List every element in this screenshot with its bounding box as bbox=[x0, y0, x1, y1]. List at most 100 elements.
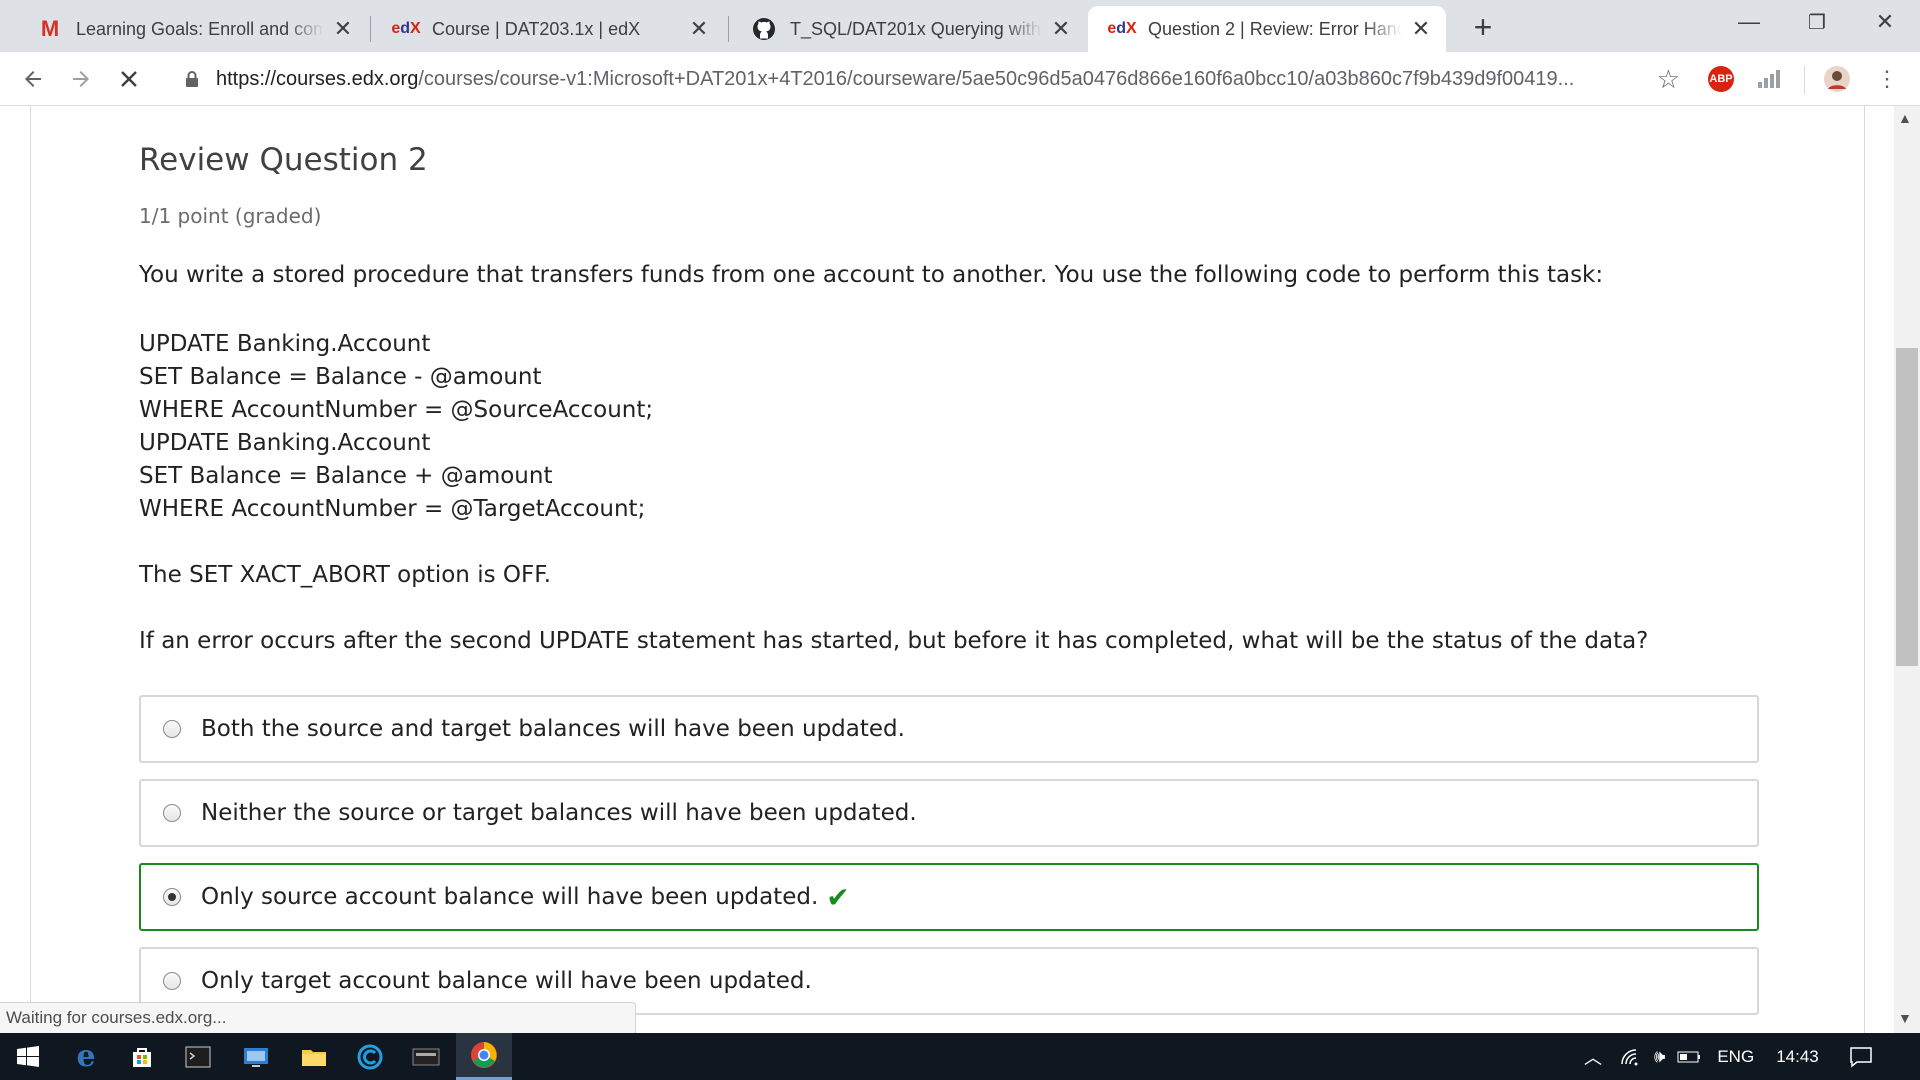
chrome-icon bbox=[471, 1042, 497, 1068]
radio-button[interactable] bbox=[163, 972, 181, 990]
tray-chevron-up-icon[interactable]: ︿ bbox=[1584, 1044, 1602, 1070]
stop-icon bbox=[121, 71, 137, 87]
tab-title: Question 2 | Review: Error Handli bbox=[1148, 18, 1402, 39]
close-icon[interactable]: ✕ bbox=[332, 16, 354, 41]
tab-strip: M Learning Goals: Enroll and compl ✕ edX… bbox=[0, 0, 1920, 52]
sql-tool-taskbar-button[interactable] bbox=[398, 1033, 454, 1080]
tab-title: T_SQL/DAT201x Querying with Tr bbox=[790, 18, 1042, 39]
url-path: /courses/course-v1:Microsoft+DAT201x+4T2… bbox=[418, 67, 1575, 90]
code-line: WHERE AccountNumber = @SourceAccount; bbox=[139, 397, 654, 423]
problem-points: 1/1 point (graded) bbox=[139, 204, 322, 228]
restore-button[interactable]: ❐ bbox=[1782, 0, 1852, 44]
page-viewport: Review Question 2 1/1 point (graded) You… bbox=[0, 106, 1920, 1033]
tab-course-dat203[interactable]: edX Course | DAT203.1x | edX ✕ bbox=[372, 6, 724, 52]
lock-icon bbox=[186, 71, 198, 87]
battery-icon[interactable] bbox=[1677, 1049, 1701, 1065]
clock[interactable]: 14:43 bbox=[1776, 1047, 1819, 1067]
problem-title: Review Question 2 bbox=[139, 142, 428, 178]
volume-icon[interactable]: 🕪 bbox=[1654, 1046, 1665, 1067]
terminal-icon bbox=[185, 1046, 211, 1067]
choice-label: Only source account balance will have be… bbox=[201, 884, 819, 910]
tab-separator bbox=[370, 16, 371, 42]
content-border-left bbox=[30, 106, 31, 1033]
status-bubble: Waiting for courses.edx.org... bbox=[0, 1002, 636, 1033]
choice-label: Only target account balance will have be… bbox=[201, 968, 812, 994]
new-tab-button[interactable]: + bbox=[1466, 9, 1500, 45]
app-taskbar-button[interactable] bbox=[228, 1033, 284, 1080]
code-block: UPDATE Banking.Account SET Balance = Bal… bbox=[139, 328, 653, 526]
code-line: UPDATE Banking.Account bbox=[139, 331, 431, 357]
code-line: SET Balance = Balance + @amount bbox=[139, 463, 553, 489]
choice-label: Neither the source or target balances wi… bbox=[201, 800, 917, 826]
edge-taskbar-button[interactable]: e bbox=[58, 1033, 114, 1080]
scroll-up-arrow-icon[interactable]: ▲ bbox=[1898, 110, 1912, 126]
choice-label: Both the source and target balances will… bbox=[201, 716, 905, 742]
close-window-button[interactable]: ✕ bbox=[1850, 0, 1920, 44]
checkmark-icon: ✔ bbox=[826, 880, 850, 914]
terminal-taskbar-button[interactable] bbox=[170, 1033, 226, 1080]
signal-extension-icon bbox=[1758, 70, 1780, 88]
browser-taskbar-button[interactable] bbox=[342, 1033, 398, 1080]
language-indicator[interactable]: ENG bbox=[1717, 1047, 1754, 1067]
profile-avatar-button[interactable] bbox=[1822, 64, 1852, 94]
tab-title: Learning Goals: Enroll and compl bbox=[76, 18, 324, 39]
browser-menu-button[interactable]: ⋮ bbox=[1872, 64, 1902, 94]
url-text: https://courses.edx.org/courses/course-v… bbox=[216, 68, 1574, 91]
gmail-icon: M bbox=[40, 16, 60, 41]
remote-desktop-icon bbox=[244, 1047, 268, 1067]
edge-icon: e bbox=[76, 1039, 96, 1074]
radio-button[interactable] bbox=[163, 720, 181, 738]
close-icon[interactable]: ✕ bbox=[1050, 16, 1072, 41]
edx-icon: edX bbox=[391, 20, 421, 37]
tab-github[interactable]: T_SQL/DAT201x Querying with Tr ✕ bbox=[730, 6, 1086, 52]
content-border-right bbox=[1864, 106, 1865, 1033]
store-icon bbox=[133, 1047, 151, 1067]
minimize-button[interactable]: — bbox=[1714, 0, 1784, 44]
choice-option-3-correct[interactable]: Only source account balance will have be… bbox=[139, 863, 1759, 931]
choice-option-1[interactable]: Both the source and target balances will… bbox=[139, 695, 1759, 763]
problem-question: If an error occurs after the second UPDA… bbox=[139, 628, 1649, 654]
browser-toolbar: https://courses.edx.org/courses/course-v… bbox=[0, 52, 1920, 106]
tab-learning-goals[interactable]: M Learning Goals: Enroll and compl ✕ bbox=[16, 6, 368, 52]
radio-button[interactable] bbox=[163, 804, 181, 822]
start-button[interactable] bbox=[0, 1033, 56, 1080]
browser-c-icon bbox=[357, 1044, 383, 1069]
adblock-icon: ABP bbox=[1708, 66, 1734, 92]
back-button[interactable] bbox=[16, 62, 50, 96]
database-tool-icon bbox=[412, 1048, 440, 1065]
bookmark-star-icon[interactable]: ☆ bbox=[1657, 64, 1680, 95]
scrollbar-thumb[interactable] bbox=[1896, 348, 1918, 666]
windows-logo-icon bbox=[17, 1045, 39, 1067]
wifi-icon[interactable] bbox=[1620, 1048, 1642, 1066]
address-bar[interactable]: https://courses.edx.org/courses/course-v… bbox=[168, 60, 1698, 98]
adblock-extension-button[interactable]: ABP bbox=[1706, 64, 1736, 94]
radio-button-selected[interactable] bbox=[163, 888, 181, 906]
url-host: https://courses.edx.org bbox=[216, 67, 419, 90]
file-explorer-taskbar-button[interactable] bbox=[286, 1033, 342, 1080]
back-arrow-icon bbox=[25, 71, 41, 87]
code-line: WHERE AccountNumber = @TargetAccount; bbox=[139, 496, 646, 522]
tab-separator bbox=[728, 16, 729, 42]
store-taskbar-button[interactable] bbox=[114, 1033, 170, 1080]
close-icon[interactable]: ✕ bbox=[1410, 16, 1432, 41]
notification-center-icon[interactable] bbox=[1849, 1046, 1873, 1068]
forward-button[interactable] bbox=[64, 62, 98, 96]
extension-button[interactable] bbox=[1754, 64, 1784, 94]
scroll-down-arrow-icon[interactable]: ▼ bbox=[1898, 1010, 1912, 1026]
code-line: UPDATE Banking.Account bbox=[139, 430, 431, 456]
toolbar-divider bbox=[1804, 66, 1805, 94]
close-icon[interactable]: ✕ bbox=[688, 16, 710, 41]
tab-title: Course | DAT203.1x | edX bbox=[432, 18, 641, 39]
chrome-taskbar-button[interactable] bbox=[456, 1033, 512, 1080]
folder-icon bbox=[302, 1049, 326, 1066]
windows-taskbar: e ︿ 🕪 ENG 14:43 bbox=[0, 1033, 1920, 1080]
system-tray: ︿ 🕪 ENG 14:43 bbox=[1584, 1033, 1873, 1080]
avatar bbox=[1824, 66, 1850, 92]
choice-option-2[interactable]: Neither the source or target balances wi… bbox=[139, 779, 1759, 847]
problem-intro: You write a stored procedure that transf… bbox=[139, 262, 1604, 288]
tab-question-2[interactable]: edX Question 2 | Review: Error Handli ✕ bbox=[1088, 6, 1446, 52]
edx-icon: edX bbox=[1107, 20, 1137, 37]
code-line: SET Balance = Balance - @amount bbox=[139, 364, 542, 390]
forward-arrow-icon bbox=[73, 71, 89, 87]
stop-loading-button[interactable] bbox=[112, 62, 146, 96]
